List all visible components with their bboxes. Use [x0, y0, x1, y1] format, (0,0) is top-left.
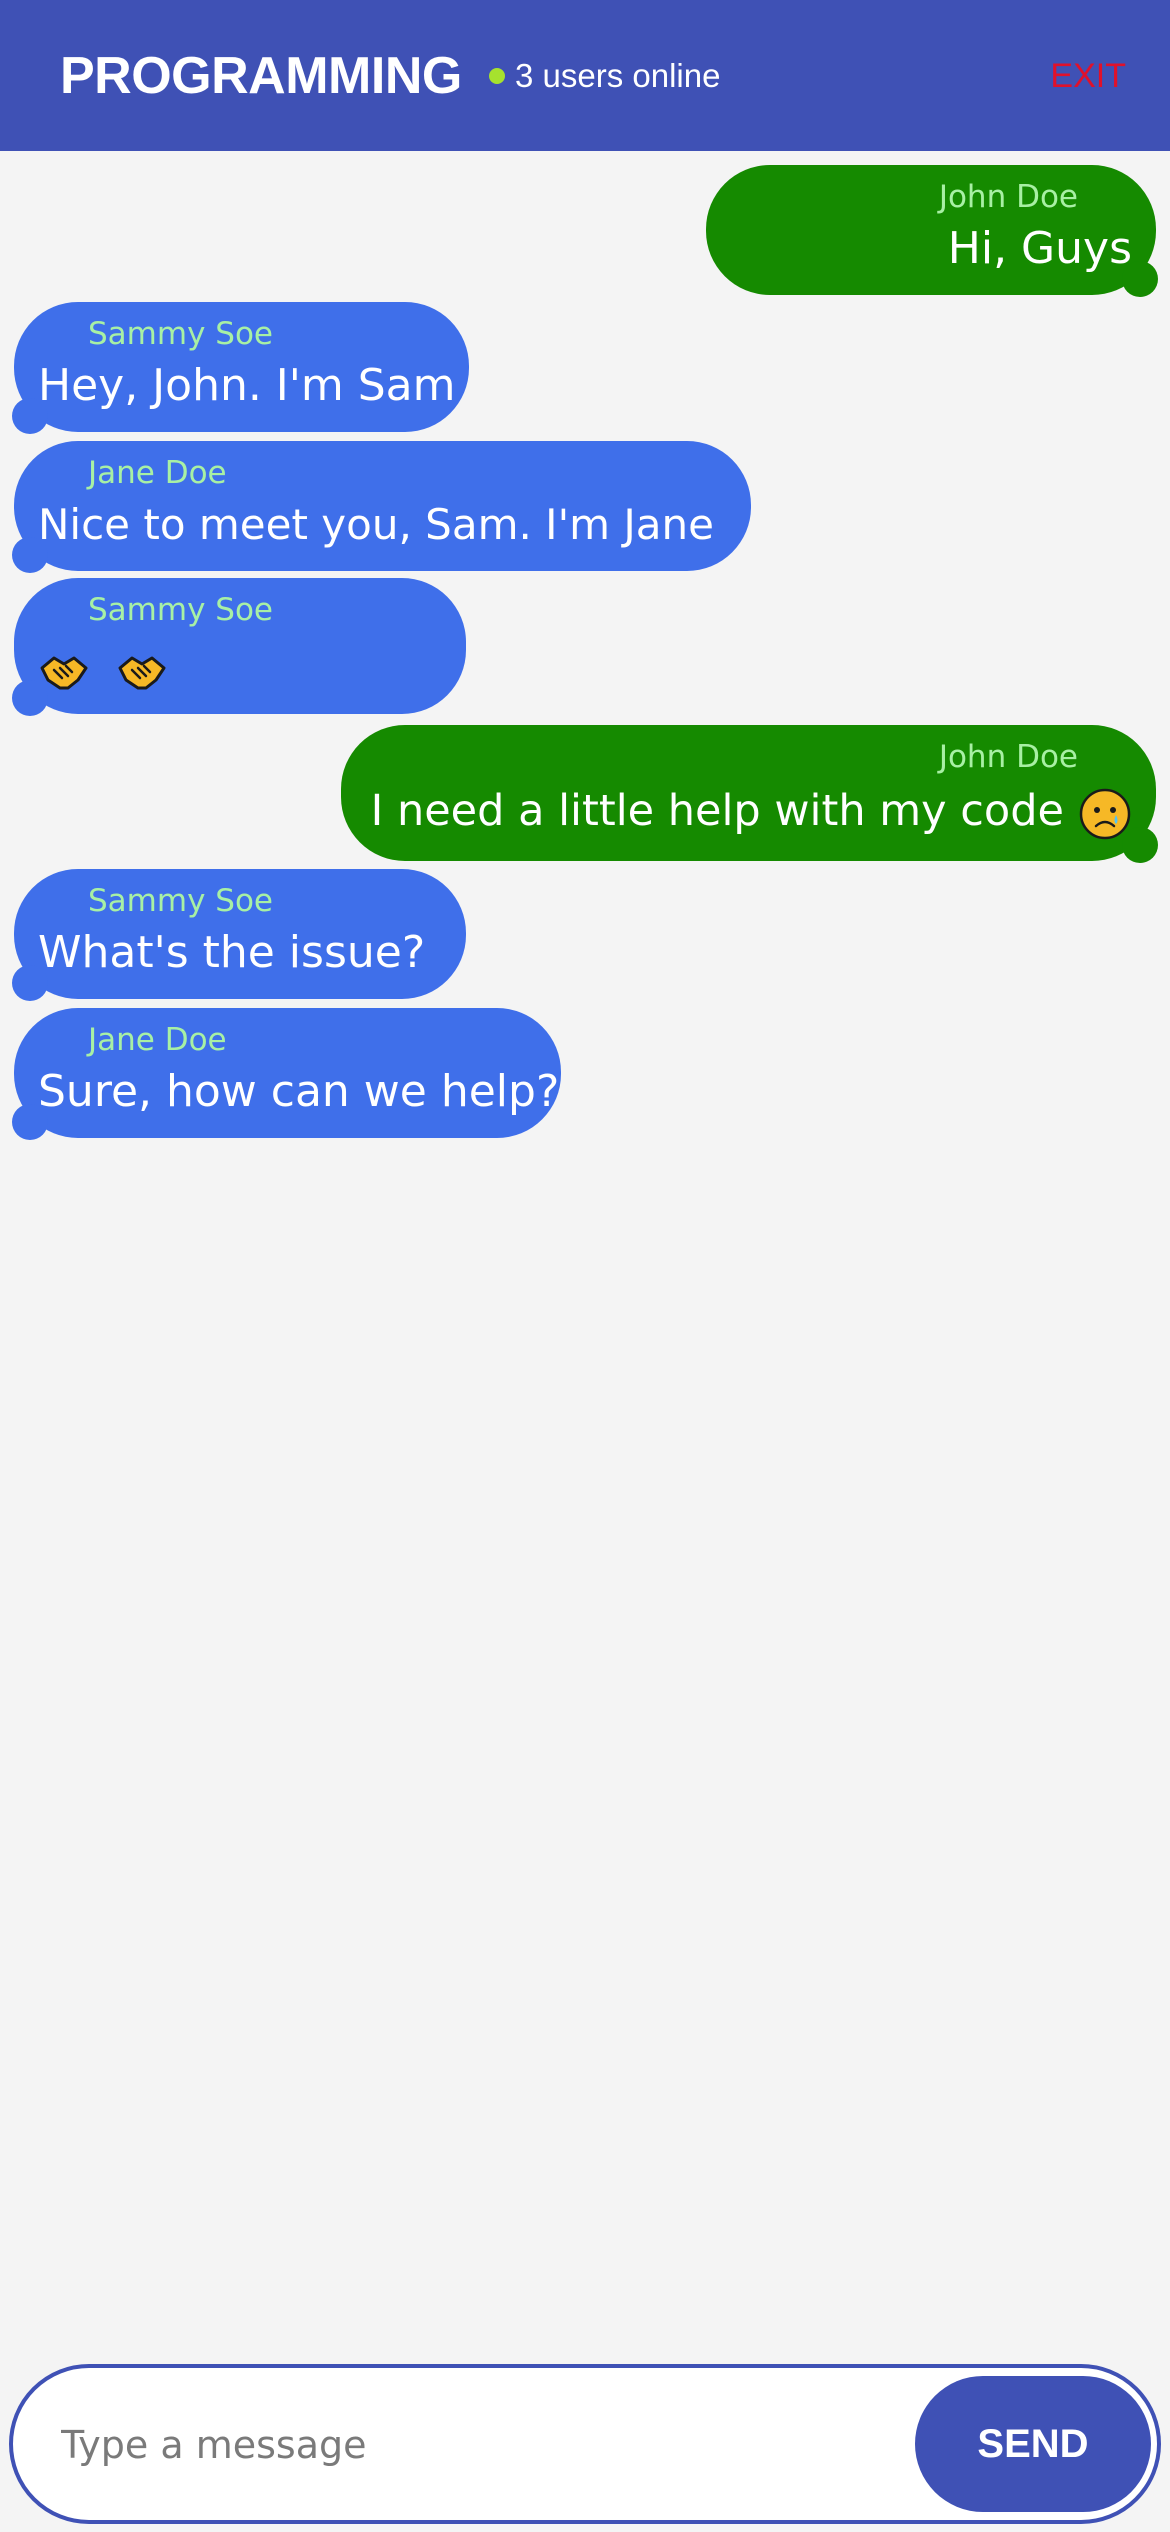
message-composer: SEND	[9, 2364, 1161, 2524]
message-sender: Sammy Soe	[88, 883, 273, 919]
message-sender: Sammy Soe	[88, 592, 273, 628]
message-sender: John Doe	[938, 179, 1078, 215]
message-sender: Sammy Soe	[88, 316, 273, 352]
message-sender: John Doe	[938, 739, 1078, 775]
message-list: John Doe Hi, Guys Sammy Soe Hey, John. I…	[0, 151, 1170, 2351]
bubble-tail	[1122, 827, 1158, 863]
send-button[interactable]: SEND	[915, 2376, 1151, 2512]
message-bubble: Sammy Soe Hey, John. I'm Sam	[12, 302, 469, 434]
bubble-tail	[12, 537, 48, 573]
handshake-icon	[118, 656, 166, 690]
message-emoji-row	[38, 640, 180, 700]
online-dot-icon	[489, 68, 505, 84]
message-sender: Jane Doe	[88, 455, 227, 491]
message-text: What's the issue?	[38, 927, 426, 978]
bubble-tail	[12, 1104, 48, 1140]
handshake-icon	[40, 656, 88, 690]
message-bubble: Sammy Soe What's the issue?	[12, 869, 466, 1001]
message-text: Nice to meet you, Sam. I'm Jane	[38, 500, 714, 549]
message-text-content: I need a little help with my code	[370, 786, 1064, 836]
message-text: Hey, John. I'm Sam	[38, 360, 456, 411]
message-bubble: Sammy Soe	[12, 578, 466, 716]
exit-button[interactable]: EXIT	[1050, 52, 1126, 100]
message-bubble: John Doe Hi, Guys	[706, 165, 1158, 297]
message-input[interactable]	[59, 2408, 883, 2482]
message-bubble: Jane Doe Nice to meet you, Sam. I'm Jane	[12, 441, 751, 573]
online-status: 3 users online	[489, 52, 720, 100]
message-sender: Jane Doe	[88, 1022, 227, 1058]
message-bubble: Jane Doe Sure, how can we help?	[12, 1008, 561, 1140]
chat-header: PROGRAMMING 3 users online EXIT	[0, 0, 1170, 151]
bubble-tail	[12, 398, 48, 434]
bubble-tail	[1122, 261, 1158, 297]
bubble-tail	[12, 680, 48, 716]
online-count-text: 3 users online	[515, 57, 721, 94]
message-bubble: John Doe I need a little help with my co…	[341, 725, 1158, 863]
crying-face-icon	[1079, 788, 1131, 839]
message-text: I need a little help with my code	[371, 781, 1132, 841]
bubble-tail	[12, 965, 48, 1001]
message-text: Hi, Guys	[947, 223, 1132, 274]
room-title: PROGRAMMING	[60, 47, 462, 105]
message-text: Sure, how can we help?	[38, 1066, 560, 1117]
